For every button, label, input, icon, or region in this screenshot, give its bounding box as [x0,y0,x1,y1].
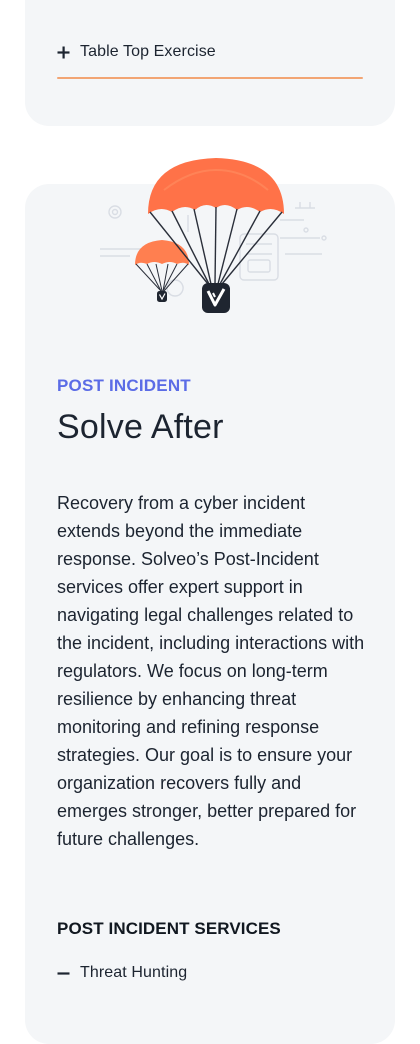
parachute-illustration [90,150,340,320]
accordion-divider [57,77,363,79]
plus-icon [57,46,70,59]
minus-icon [57,967,70,980]
accordion-label: Threat Hunting [80,964,188,981]
section-title: Solve After [57,408,224,446]
services-heading: POST INCIDENT SERVICES [57,919,281,938]
accordion-item-threat-hunting[interactable]: Threat Hunting [57,959,187,987]
section-eyebrow: POST INCIDENT [57,376,191,395]
section-body: Recovery from a cyber incident extends b… [57,493,365,849]
accordion-label: Table Top Exercise [80,43,216,60]
accordion-item-table-top-exercise[interactable]: Table Top Exercise [57,38,216,66]
